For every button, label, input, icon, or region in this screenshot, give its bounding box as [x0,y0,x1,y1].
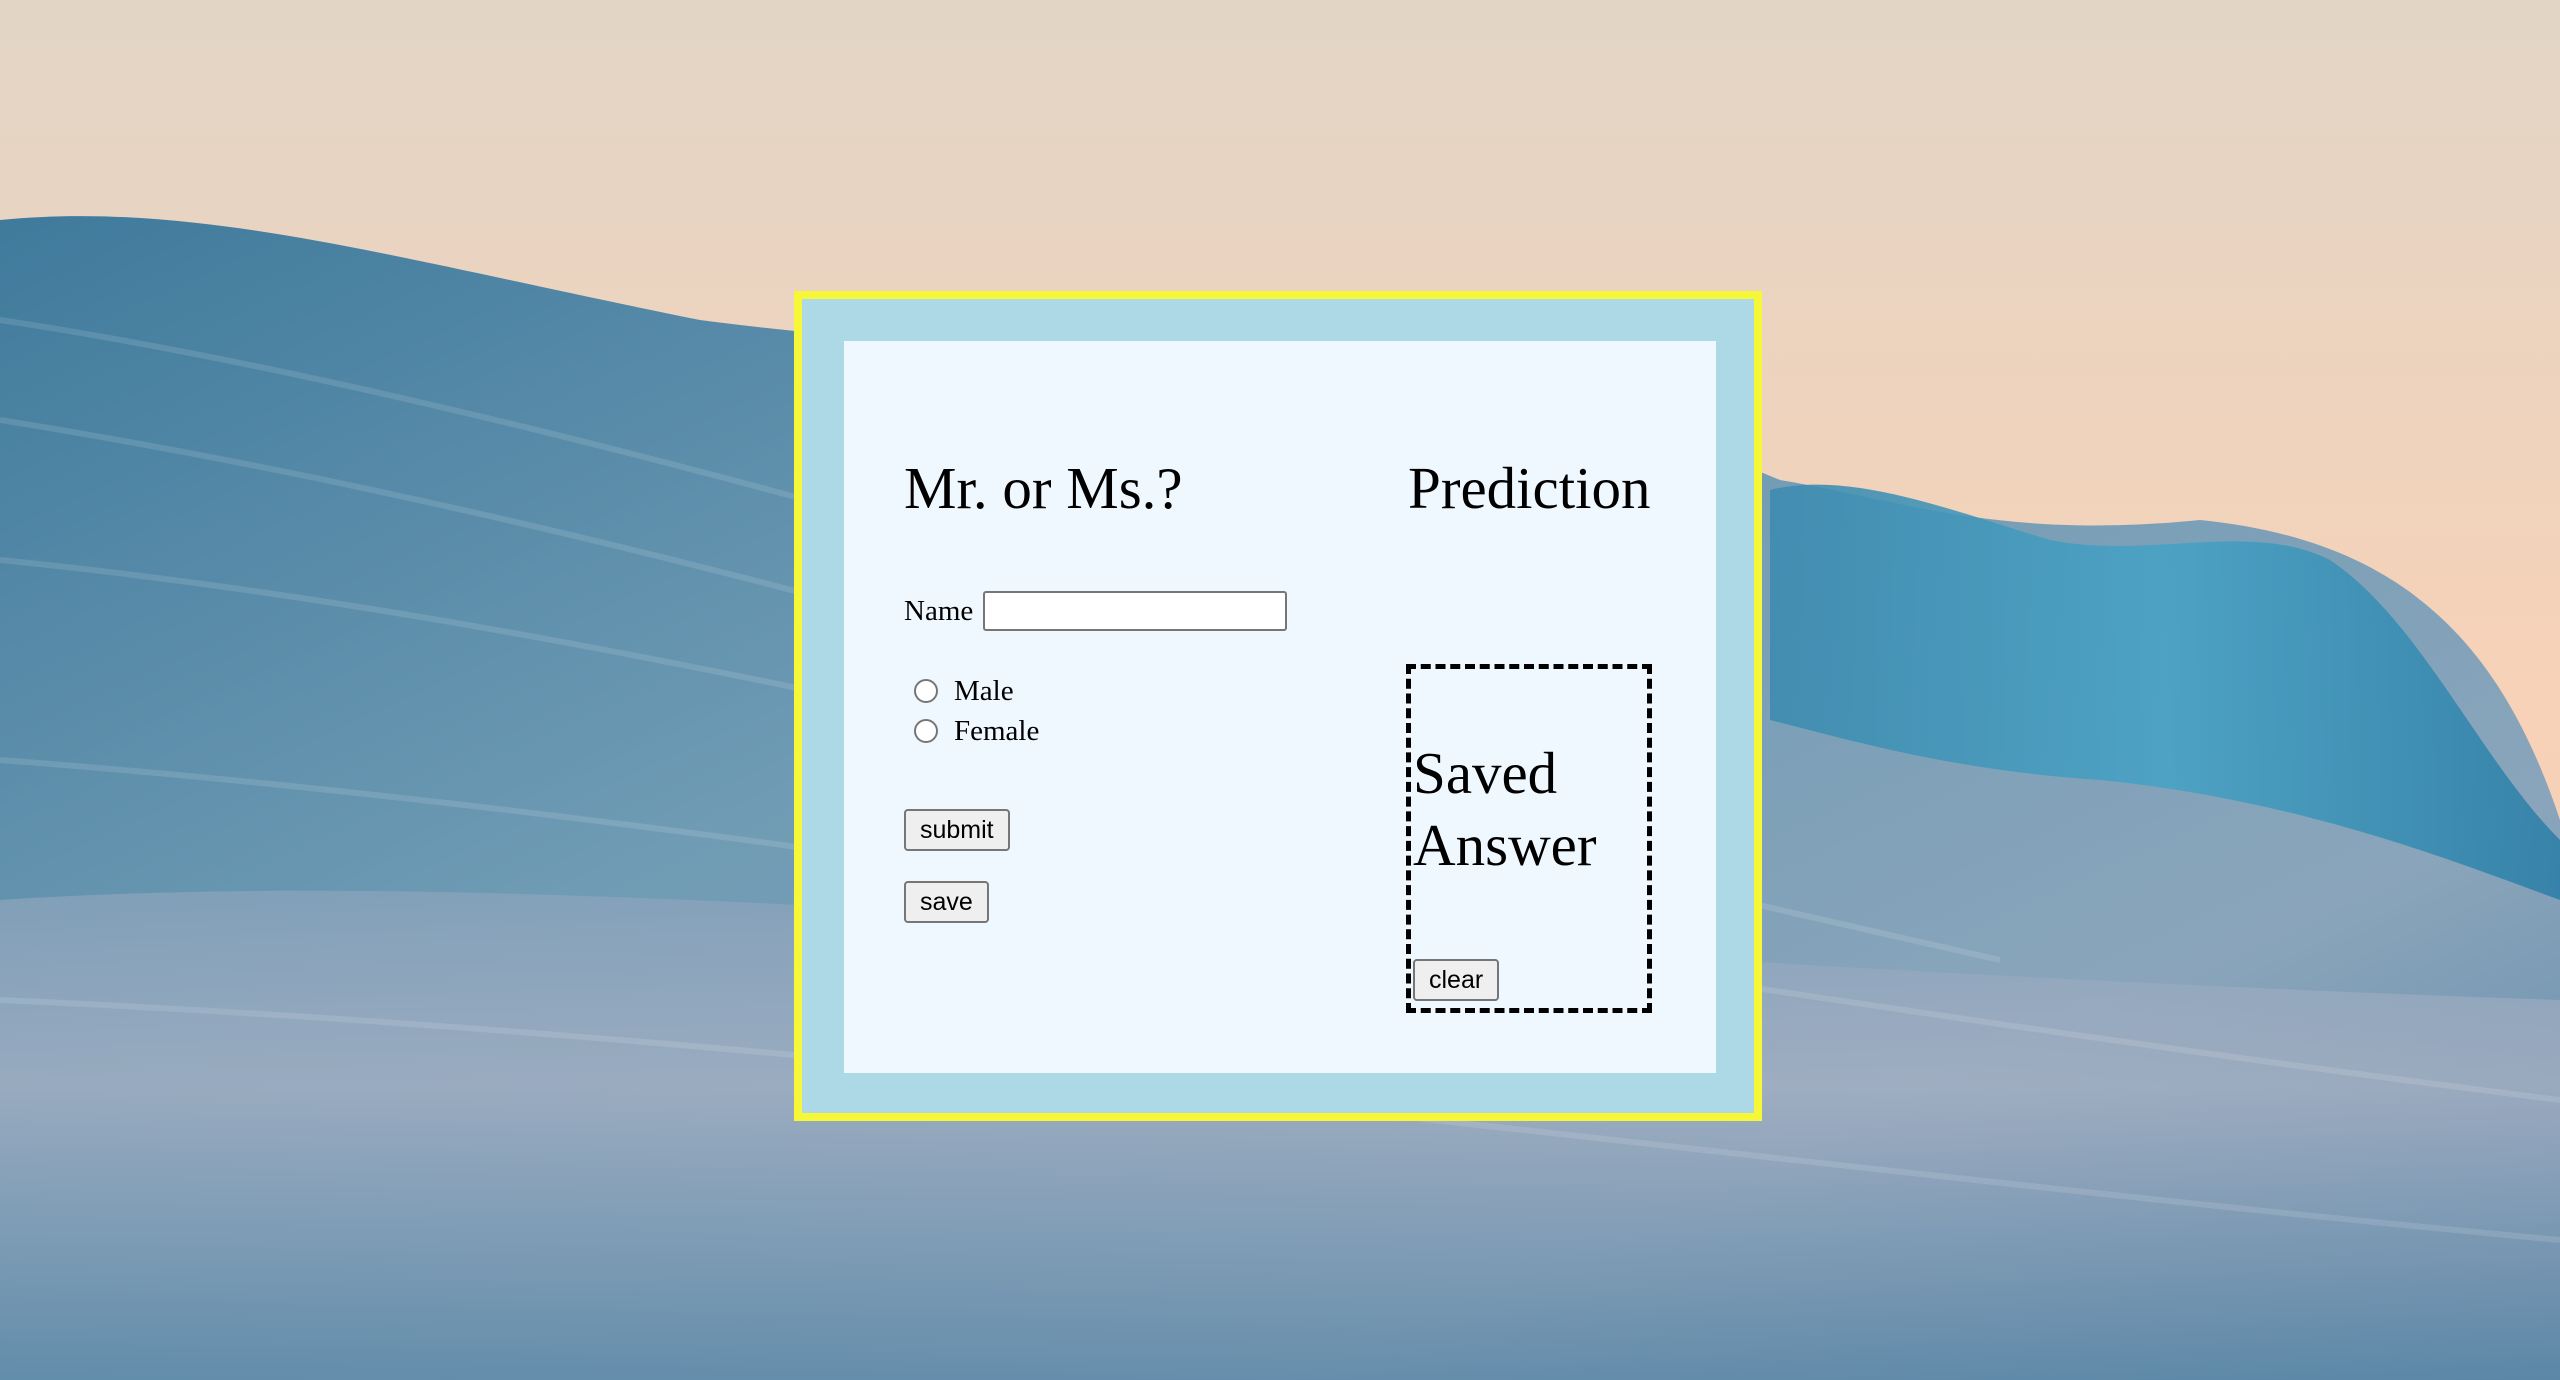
name-row: Name [904,591,1288,631]
input-section: Mr. or Ms.? Name Male Female submit save [904,341,1324,1073]
app-frame: Mr. or Ms.? Name Male Female submit save… [794,291,1762,1121]
male-label: Male [954,674,1014,707]
saved-answer-text: Saved Answer [1413,740,1597,878]
submit-button[interactable]: submit [904,809,1010,851]
save-button[interactable]: save [904,881,989,923]
female-label: Female [954,714,1040,747]
gender-radio-group: Male Female [914,671,1039,751]
radio-row-female[interactable]: Female [914,711,1039,751]
clear-button[interactable]: clear [1413,959,1500,1001]
saved-answer-box: Saved Answer clear [1406,664,1652,1013]
prediction-title: Prediction [1408,455,1651,521]
male-radio[interactable] [914,679,938,703]
prediction-section: Prediction Saved Answer clear [1406,341,1656,1073]
form-card: Mr. or Ms.? Name Male Female submit save… [844,341,1716,1073]
female-radio[interactable] [914,719,938,743]
radio-row-male[interactable]: Male [914,671,1039,711]
name-label: Name [904,594,974,627]
page-title: Mr. or Ms.? [904,455,1183,521]
name-input[interactable] [983,591,1288,631]
